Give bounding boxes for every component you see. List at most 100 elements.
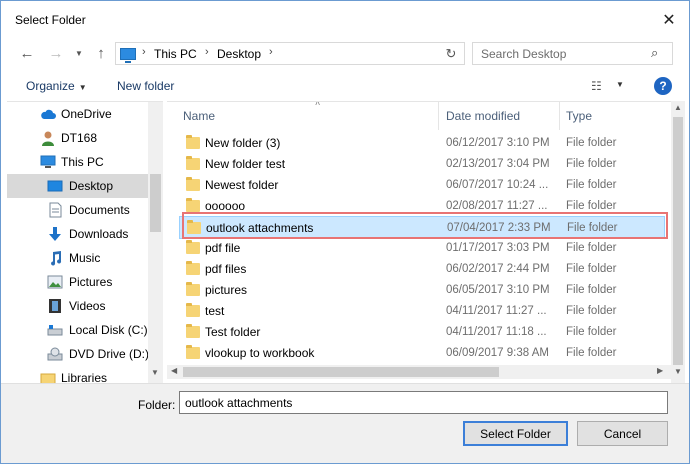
file-name: test bbox=[205, 304, 225, 318]
back-arrow-icon: ← bbox=[19, 44, 35, 62]
scroll-up-arrow-icon[interactable]: ▲ bbox=[674, 103, 682, 112]
file-row[interactable]: New folder test 02/13/2017 3:04 PM File … bbox=[179, 154, 665, 175]
dvd-icon bbox=[47, 346, 63, 362]
nav-item-dvd-drive[interactable]: DVD Drive (D:) bbox=[7, 342, 149, 366]
scroll-left-arrow-icon[interactable]: ◀ bbox=[171, 366, 177, 375]
chevron-right-icon: › bbox=[269, 46, 273, 58]
close-icon: ✕ bbox=[662, 12, 676, 29]
nav-item-label: Documents bbox=[69, 203, 130, 217]
view-options-icon[interactable]: ☷ bbox=[591, 79, 607, 93]
nav-item-user[interactable]: DT168 bbox=[7, 126, 148, 150]
file-name: pdf files bbox=[205, 262, 247, 276]
file-date: 02/08/2017 11:27 ... bbox=[446, 200, 548, 212]
file-row[interactable]: pictures 06/05/2017 3:10 PM File folder bbox=[179, 280, 665, 301]
scroll-down-arrow-icon[interactable]: ▼ bbox=[674, 367, 682, 376]
file-row[interactable]: test 04/11/2017 11:27 ... File folder bbox=[179, 301, 665, 322]
file-name: Newest folder bbox=[205, 178, 279, 192]
search-input[interactable]: Search Desktop bbox=[481, 47, 566, 61]
file-row[interactable]: pdf file 01/17/2017 3:03 PM File folder bbox=[179, 238, 665, 259]
folder-icon bbox=[186, 282, 200, 296]
videos-icon bbox=[47, 298, 63, 314]
forward-arrow-icon: → bbox=[48, 44, 64, 62]
nav-item-onedrive[interactable]: OneDrive bbox=[7, 102, 148, 126]
file-name: New folder (3) bbox=[205, 136, 281, 150]
search-box[interactable]: Search Desktop ⌕ bbox=[472, 42, 673, 65]
folder-name-field[interactable] bbox=[179, 391, 668, 414]
forward-button[interactable]: → bbox=[46, 43, 66, 63]
music-icon bbox=[47, 250, 63, 266]
nav-item-label: Videos bbox=[69, 299, 106, 313]
scroll-down-arrow-icon[interactable]: ▼ bbox=[151, 368, 159, 377]
nav-item-downloads[interactable]: Downloads bbox=[7, 222, 148, 246]
scroll-right-arrow-icon[interactable]: ▶ bbox=[657, 366, 663, 375]
file-type: File folder bbox=[566, 263, 617, 275]
organize-label: Organize bbox=[26, 79, 75, 93]
folder-icon bbox=[186, 135, 200, 149]
breadcrumb-desktop[interactable]: Desktop bbox=[217, 47, 261, 61]
column-header-label: Date modified bbox=[446, 109, 521, 123]
scrollbar-thumb[interactable] bbox=[183, 367, 499, 377]
select-folder-button[interactable]: Select Folder bbox=[463, 421, 568, 446]
file-row-selected[interactable]: outlook attachments 07/04/2017 2:33 PM F… bbox=[179, 216, 665, 239]
nav-item-label: Downloads bbox=[69, 227, 129, 241]
organize-menu[interactable]: Organize ▼ bbox=[26, 79, 87, 93]
folder-icon bbox=[186, 177, 200, 191]
address-bar[interactable]: › This PC › Desktop › bbox=[115, 42, 465, 65]
chevron-right-icon: › bbox=[205, 46, 209, 58]
nav-item-libraries[interactable]: Libraries bbox=[7, 366, 148, 383]
nav-item-this-pc[interactable]: This PC bbox=[7, 150, 148, 174]
file-list-vertical-scrollbar[interactable]: ▲ ▼ bbox=[671, 101, 685, 383]
search-icon[interactable]: ⌕ bbox=[651, 45, 658, 61]
nav-item-label: This PC bbox=[61, 155, 104, 169]
help-icon[interactable]: ? bbox=[654, 77, 672, 95]
column-header-type[interactable]: Type bbox=[560, 102, 671, 130]
folder-icon bbox=[187, 220, 201, 234]
nav-pane-scrollbar[interactable]: ▼ bbox=[148, 102, 163, 383]
file-date: 06/09/2017 9:38 AM bbox=[446, 347, 549, 359]
user-icon bbox=[40, 130, 56, 146]
file-list-pane: Name ˄ Date modified Type New folder (3)… bbox=[167, 101, 671, 383]
nav-item-pictures[interactable]: Pictures bbox=[7, 270, 148, 294]
nav-item-desktop[interactable]: Desktop bbox=[7, 174, 148, 198]
file-date: 02/13/2017 3:04 PM bbox=[446, 158, 550, 170]
file-date: 01/17/2017 3:03 PM bbox=[446, 242, 550, 254]
nav-item-documents[interactable]: Documents bbox=[7, 198, 148, 222]
up-button[interactable]: ↑ bbox=[91, 43, 111, 63]
nav-item-music[interactable]: Music bbox=[7, 246, 148, 270]
chevron-right-icon: › bbox=[142, 46, 146, 58]
close-button[interactable]: ✕ bbox=[653, 7, 685, 33]
column-header-label: Type bbox=[566, 109, 593, 123]
breadcrumb-this-pc[interactable]: This PC bbox=[154, 47, 197, 61]
file-type: File folder bbox=[566, 242, 617, 254]
column-header-label: Name bbox=[183, 109, 216, 123]
up-arrow-icon: ↑ bbox=[97, 44, 105, 62]
scrollbar-thumb[interactable] bbox=[673, 117, 683, 365]
cancel-button[interactable]: Cancel bbox=[577, 421, 668, 446]
nav-item-label: Desktop bbox=[69, 179, 114, 193]
command-toolbar: Organize ▼ New folder ☷ ▼ ? bbox=[1, 71, 689, 101]
file-name: vlookup to workbook bbox=[205, 346, 315, 360]
file-row[interactable]: oooooo 02/08/2017 11:27 ... File folder bbox=[179, 196, 665, 217]
file-list-horizontal-scrollbar[interactable]: ◀ ▶ bbox=[167, 365, 671, 379]
chevron-down-icon[interactable]: ▼ bbox=[616, 80, 624, 89]
file-row[interactable]: Test folder 04/11/2017 11:18 ... File fo… bbox=[179, 322, 665, 343]
computer-icon bbox=[40, 154, 56, 170]
column-header-name[interactable]: Name ˄ bbox=[177, 102, 439, 130]
back-button[interactable]: ← bbox=[17, 43, 37, 63]
file-type: File folder bbox=[566, 158, 617, 170]
nav-item-videos[interactable]: Videos bbox=[7, 294, 148, 318]
column-header-date[interactable]: Date modified bbox=[440, 102, 560, 130]
nav-item-local-disk[interactable]: Local Disk (C:) bbox=[7, 318, 148, 342]
file-date: 07/04/2017 2:33 PM bbox=[447, 222, 551, 234]
nav-item-label: DT168 bbox=[61, 131, 98, 145]
file-row[interactable]: New folder (3) 06/12/2017 3:10 PM File f… bbox=[179, 133, 665, 154]
file-row[interactable]: pdf files 06/02/2017 2:44 PM File folder bbox=[179, 259, 665, 280]
dialog-footer: Folder: Select Folder Cancel bbox=[1, 383, 689, 463]
new-folder-button[interactable]: New folder bbox=[117, 79, 174, 93]
file-row[interactable]: Newest folder 06/07/2017 10:24 ... File … bbox=[179, 175, 665, 196]
scrollbar-thumb[interactable] bbox=[150, 174, 161, 232]
file-name: outlook attachments bbox=[206, 221, 314, 235]
recent-locations-button[interactable]: ▼ bbox=[69, 43, 89, 63]
refresh-button[interactable]: ↻ bbox=[441, 44, 461, 64]
file-row[interactable]: vlookup to workbook 06/09/2017 9:38 AM F… bbox=[179, 343, 665, 364]
